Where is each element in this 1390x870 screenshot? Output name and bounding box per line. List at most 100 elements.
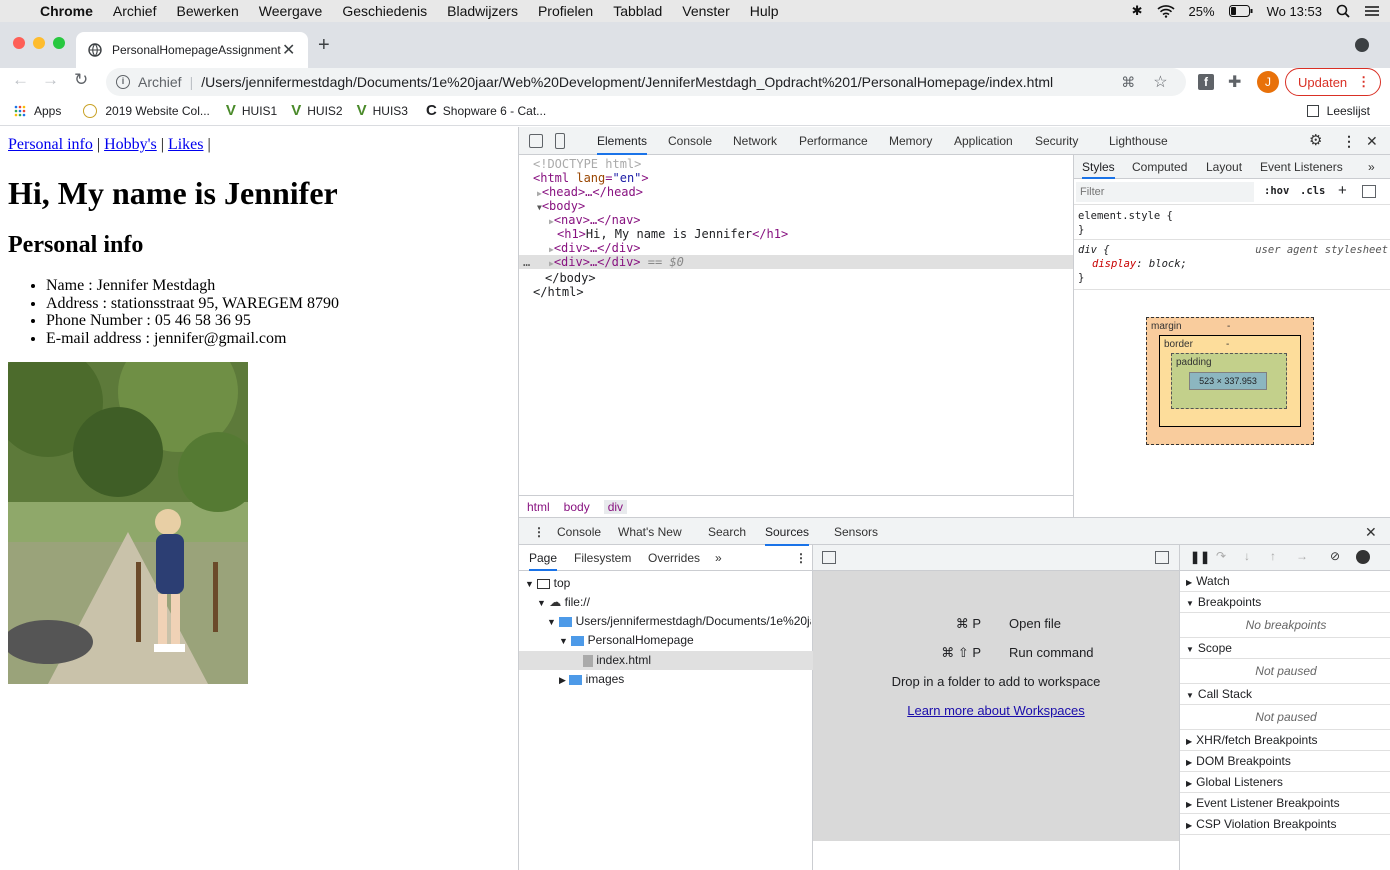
back-icon[interactable]: ← bbox=[12, 70, 29, 90]
dom-body-close[interactable]: </body> bbox=[545, 271, 596, 285]
cls-toggle[interactable]: .cls bbox=[1300, 185, 1325, 197]
forward-icon[interactable]: → bbox=[42, 70, 59, 90]
menu-hulp[interactable]: Hulp bbox=[750, 3, 779, 19]
debugger-section-header[interactable]: ▶ Watch bbox=[1180, 571, 1390, 592]
breadcrumb-body[interactable]: body bbox=[564, 500, 590, 514]
tab-elements[interactable]: Elements bbox=[597, 127, 648, 155]
nav-link-likes[interactable]: Likes bbox=[168, 136, 204, 153]
navigator-menu-icon[interactable]: ⋮ bbox=[795, 545, 807, 571]
control-center-icon[interactable] bbox=[1364, 5, 1380, 17]
debugger-section-header[interactable]: ▼ Breakpoints bbox=[1180, 592, 1390, 613]
close-tab-icon[interactable]: ✕ bbox=[282, 40, 295, 60]
debugger-section-header[interactable]: ▶ Event Listener Breakpoints bbox=[1180, 793, 1390, 814]
dom-doctype[interactable]: <!DOCTYPE html> bbox=[533, 157, 641, 171]
new-tab-icon[interactable]: + bbox=[318, 34, 330, 57]
drawer-tab-sources[interactable]: Sources bbox=[765, 518, 810, 546]
device-toolbar-icon[interactable] bbox=[555, 133, 565, 149]
bookmark-website-col[interactable]: 2019 Website Col... bbox=[83, 103, 210, 118]
row-menu-icon[interactable]: … bbox=[523, 255, 530, 269]
bookmark-huis2[interactable]: V HUIS2 bbox=[291, 102, 342, 119]
tab-application[interactable]: Application bbox=[954, 127, 1013, 155]
menu-weergave[interactable]: Weergave bbox=[259, 3, 323, 19]
tab-performance[interactable]: Performance bbox=[799, 127, 868, 155]
address-url[interactable]: /Users/jennifermestdagh/Documents/1e%20j… bbox=[201, 74, 1121, 90]
zoom-window-button[interactable] bbox=[53, 37, 65, 49]
styles-filter-input[interactable] bbox=[1076, 182, 1254, 202]
menu-archief[interactable]: Archief bbox=[113, 3, 157, 19]
nav-tab-page[interactable]: Page bbox=[529, 545, 558, 571]
debugger-section-header[interactable]: ▶ DOM Breakpoints bbox=[1180, 751, 1390, 772]
drawer-menu-icon[interactable]: ⋮ bbox=[533, 518, 545, 546]
minimize-window-button[interactable] bbox=[33, 37, 45, 49]
dom-html-close[interactable]: </html> bbox=[533, 285, 584, 299]
dom-html-node[interactable]: <html lang="en"> bbox=[533, 171, 649, 185]
extensions-icon[interactable]: ✚ bbox=[1228, 72, 1241, 92]
step-icon[interactable]: → bbox=[1296, 549, 1308, 563]
clock[interactable]: Wo 13:53 bbox=[1267, 4, 1322, 19]
tree-index-html-row[interactable]: index.html bbox=[519, 651, 813, 670]
bookmark-apps[interactable]: Apps bbox=[14, 104, 61, 118]
box-model-content[interactable]: 523 × 337.953 bbox=[1189, 372, 1267, 390]
debugger-section-header[interactable]: ▶ CSP Violation Breakpoints bbox=[1180, 814, 1390, 835]
dom-nav-node[interactable]: ▶<nav>…</nav> bbox=[549, 213, 641, 227]
tree-images-folder[interactable]: ▶ images bbox=[559, 672, 624, 686]
step-into-icon[interactable]: ↓ bbox=[1244, 549, 1250, 563]
close-window-button[interactable] bbox=[13, 37, 25, 49]
facebook-extension-icon[interactable]: f bbox=[1198, 74, 1214, 90]
new-rule-icon[interactable]: + bbox=[1338, 182, 1347, 199]
bookmark-huis1[interactable]: V HUIS1 bbox=[226, 102, 277, 119]
menu-profielen[interactable]: Profielen bbox=[538, 3, 593, 19]
info-icon[interactable]: i bbox=[116, 75, 130, 89]
breadcrumb-div[interactable]: div bbox=[603, 499, 628, 514]
dom-head-node[interactable]: ▶<head>…</head> bbox=[537, 185, 643, 199]
reading-list-button[interactable]: Leeslijst bbox=[1306, 104, 1370, 118]
toggle-sidebar-icon[interactable] bbox=[1362, 185, 1376, 198]
tab-security[interactable]: Security bbox=[1035, 127, 1078, 155]
drawer-tab-search[interactable]: Search bbox=[708, 518, 746, 546]
breadcrumb-html[interactable]: html bbox=[527, 500, 550, 514]
tree-users-folder[interactable]: ▼ Users/jennifermestdagh/Documents/1e%20… bbox=[547, 614, 811, 628]
menu-geschiedenis[interactable]: Geschiedenis bbox=[342, 3, 427, 19]
battery-icon[interactable] bbox=[1228, 5, 1253, 17]
tab-memory[interactable]: Memory bbox=[889, 127, 932, 155]
learn-workspaces-link[interactable]: Learn more about Workspaces bbox=[813, 703, 1179, 718]
menu-venster[interactable]: Venster bbox=[682, 3, 729, 19]
menu-tabblad[interactable]: Tabblad bbox=[613, 3, 662, 19]
toggle-debugger-icon[interactable] bbox=[1155, 551, 1169, 564]
step-over-icon[interactable]: ↷ bbox=[1216, 549, 1226, 563]
dom-selected-row[interactable]: … ▶<div>…</div> == $0 bbox=[519, 255, 1073, 269]
debugger-section-header[interactable]: ▼ Scope bbox=[1180, 638, 1390, 659]
tab-computed[interactable]: Computed bbox=[1132, 155, 1187, 179]
bookmark-shopware[interactable]: C Shopware 6 - Cat... bbox=[426, 102, 546, 119]
toggle-navigator-icon[interactable] bbox=[822, 551, 836, 564]
menu-app-name[interactable]: Chrome bbox=[40, 3, 93, 19]
element-style-rule[interactable]: element.style { } bbox=[1078, 209, 1173, 237]
hov-toggle[interactable]: :hov bbox=[1264, 185, 1289, 197]
drawer-tab-console[interactable]: Console bbox=[557, 518, 601, 546]
pause-on-exceptions-icon[interactable] bbox=[1356, 550, 1370, 564]
wifi-icon[interactable] bbox=[1157, 4, 1175, 18]
debugger-section-header[interactable]: ▶ Global Listeners bbox=[1180, 772, 1390, 793]
more-tabs-icon[interactable]: » bbox=[1368, 155, 1375, 179]
tab-network[interactable]: Network bbox=[733, 127, 777, 155]
menu-bladwijzers[interactable]: Bladwijzers bbox=[447, 3, 518, 19]
gear-icon[interactable]: ⚙ bbox=[1309, 127, 1322, 155]
drawer-tab-sensors[interactable]: Sensors bbox=[834, 518, 878, 546]
translate-icon[interactable]: ⌘ bbox=[1121, 74, 1135, 91]
browser-tab[interactable]: PersonalHomepageAssignment ✕ bbox=[76, 32, 308, 68]
tab-event-listeners[interactable]: Event Listeners bbox=[1260, 155, 1343, 179]
kebab-menu-icon[interactable]: ⋮ bbox=[1342, 127, 1356, 155]
div-ua-rule[interactable]: div {user agent stylesheet display: bloc… bbox=[1078, 243, 1388, 285]
tree-file-origin[interactable]: ▼ ☁ file:// bbox=[537, 595, 590, 609]
bookmark-huis3[interactable]: V HUIS3 bbox=[357, 102, 408, 119]
deactivate-breakpoints-icon[interactable]: ⊘ bbox=[1330, 549, 1340, 563]
nav-link-personal-info[interactable]: Personal info bbox=[8, 136, 93, 153]
reload-icon[interactable]: ↻ bbox=[74, 70, 88, 90]
tree-top[interactable]: ▼ top bbox=[525, 576, 570, 590]
tab-search-icon[interactable] bbox=[1355, 38, 1369, 52]
drawer-tab-whats-new[interactable]: What's New bbox=[618, 518, 682, 546]
bluetooth-icon[interactable]: ✱ bbox=[1132, 3, 1143, 19]
menu-bewerken[interactable]: Bewerken bbox=[176, 3, 238, 19]
tab-console[interactable]: Console bbox=[668, 127, 712, 155]
box-model-border[interactable]: border - padding 523 × 337.953 bbox=[1159, 335, 1301, 427]
